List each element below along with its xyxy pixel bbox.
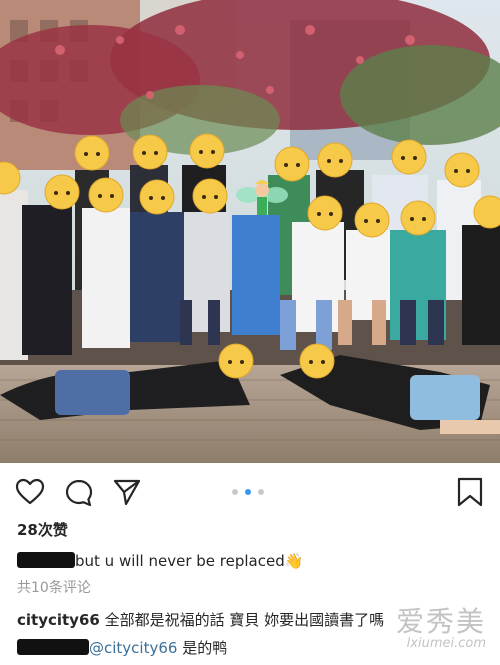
wave-emoji: 👋 [284,552,304,570]
group-photo-illustration [0,0,500,463]
comment-bubble-icon[interactable] [64,478,94,512]
bookmark-icon[interactable] [456,477,484,511]
comment-row: citycity66 全部都是祝福的話 寶貝 妳要出國讀書了嗎 [17,609,384,630]
comment-username[interactable]: citycity66 [17,611,100,629]
redacted-username [17,639,89,655]
site-watermark: 爱秀美 lxiumei.com [396,600,486,651]
watermark-text: 爱秀美 [395,605,486,638]
comment-text: 全部都是祝福的話 寶貝 妳要出國讀書了嗎 [104,611,385,629]
carousel-dot-active [245,489,251,495]
carousel-dot [258,489,264,495]
paper-plane-icon[interactable] [112,477,142,511]
heart-icon[interactable] [15,478,45,510]
comment-row: @citycity66 是的鸭 [17,637,227,658]
comment-text: 是的鸭 [182,639,228,657]
post-photo[interactable] [0,0,500,463]
redacted-username [17,552,75,568]
carousel-dot [232,489,238,495]
comment-mention[interactable]: @citycity66 [89,639,177,657]
comment-text: but u will never be replaced [75,552,285,570]
view-all-comments-link[interactable]: 共10条评论 [17,577,91,597]
likes-count[interactable]: 28次赞 [17,519,68,540]
comment-row: but u will never be replaced👋 [17,552,303,570]
watermark-url: lxiumei.com [406,636,486,651]
carousel-indicator [232,489,268,497]
